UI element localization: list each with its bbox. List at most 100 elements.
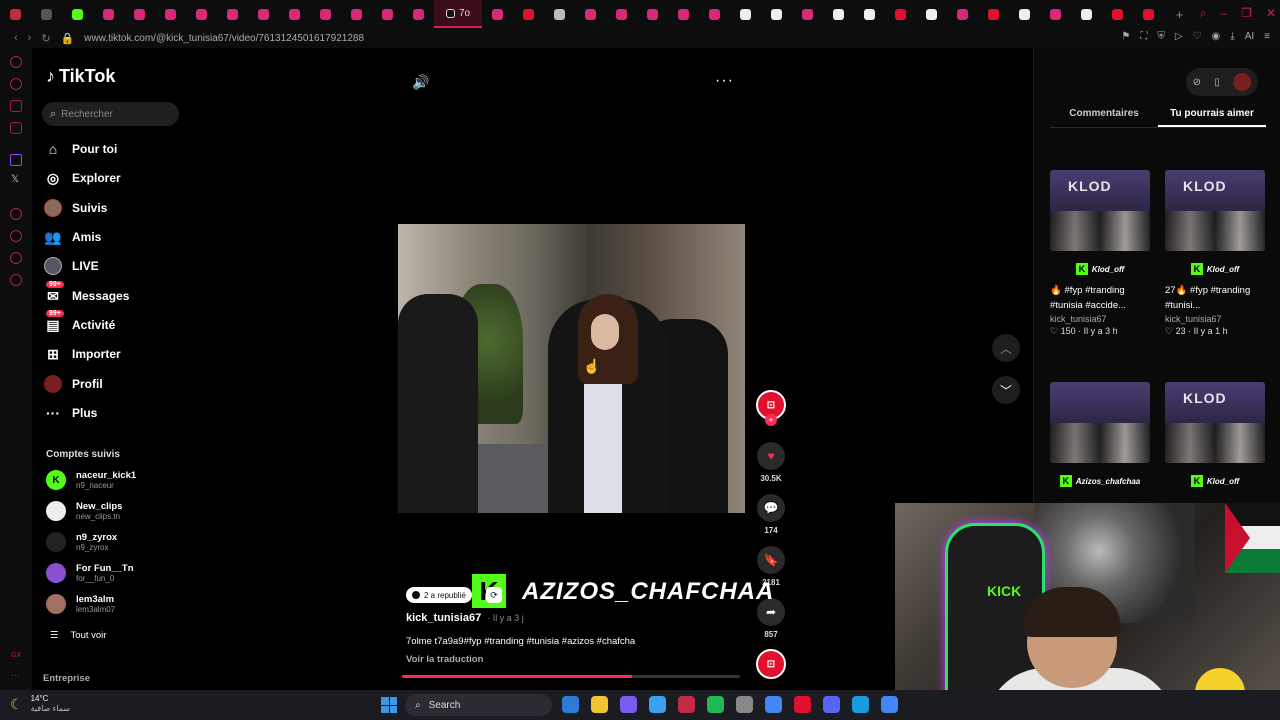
taskbar-app-icon[interactable]: [852, 696, 869, 713]
creator-follow[interactable]: ⊡ +: [756, 390, 786, 426]
search-box[interactable]: ⌕: [42, 102, 179, 126]
bookmark-icon[interactable]: ⚑: [1121, 31, 1130, 42]
tab-you-may-like[interactable]: Tu pourrais aimer: [1158, 106, 1266, 127]
windows-start-icon[interactable]: [381, 697, 397, 713]
shield-icon[interactable]: ⛨: [1157, 31, 1165, 42]
see-all-link[interactable]: ☰ Tout voir: [50, 630, 106, 641]
back-icon[interactable]: ‹: [14, 32, 18, 44]
nav-friends[interactable]: 👥 Amis: [44, 228, 101, 246]
sidebar-x-icon[interactable]: 𝕏: [11, 174, 19, 185]
translate-link[interactable]: Voir la traduction: [406, 654, 483, 665]
repost-icon[interactable]: ⟳: [486, 587, 502, 603]
profile-icon[interactable]: ◉: [1212, 31, 1221, 42]
taskbar-app-icon[interactable]: [736, 696, 753, 713]
tab-instagram[interactable]: [372, 0, 403, 28]
taskbar-app-icon[interactable]: [881, 696, 898, 713]
tab-tiktok[interactable]: [854, 0, 885, 28]
card-user[interactable]: kick_tunisia67: [1165, 314, 1265, 324]
tab-tiktok[interactable]: [1009, 0, 1040, 28]
sidebar-bag-icon[interactable]: [10, 78, 22, 90]
sidebar-more-icon[interactable]: ···: [11, 670, 20, 680]
tab-instagram[interactable]: [668, 0, 699, 28]
tab-youtube[interactable]: [513, 0, 544, 28]
followed-account[interactable]: n9_zyrox n9_zyrox: [46, 532, 117, 552]
taskbar-search[interactable]: ⌕ Search: [405, 694, 552, 716]
tab-instagram[interactable]: [248, 0, 279, 28]
tab-youtube[interactable]: [978, 0, 1009, 28]
nav-live[interactable]: LIVE: [44, 257, 99, 275]
tab-instagram[interactable]: [155, 0, 186, 28]
sidebar-messenger-icon[interactable]: [10, 100, 22, 112]
tab-instagram[interactable]: [575, 0, 606, 28]
minimize-button[interactable]: –: [1220, 6, 1227, 21]
compass-icon[interactable]: ⊘: [1193, 77, 1201, 88]
tab-tiktok[interactable]: [823, 0, 854, 28]
comment-action[interactable]: 💬 174: [757, 494, 785, 535]
tab-instagram[interactable]: [124, 0, 155, 28]
video-thumbnail[interactable]: KLOD: [1165, 170, 1265, 251]
video-thumbnail[interactable]: KLOD: [1050, 170, 1150, 251]
suggested-video-card[interactable]: KLOD K Klod_off 27🔥 #fyp #tranding #tunisi.…: [1165, 170, 1265, 337]
followed-account[interactable]: lem3alm lem3alm07: [46, 594, 115, 614]
tab-tiktok[interactable]: [1071, 0, 1102, 28]
nav-explore[interactable]: ◎ Explorer: [44, 169, 121, 187]
tab-document[interactable]: [544, 0, 575, 28]
tab-instagram[interactable]: [217, 0, 248, 28]
company-link[interactable]: Entreprise: [43, 673, 90, 684]
screenshot-icon[interactable]: ⛶: [1140, 31, 1147, 42]
video-more-icon[interactable]: ···: [715, 72, 734, 90]
download-icon[interactable]: ⤓: [1230, 31, 1234, 42]
tab-comments[interactable]: Commentaires: [1050, 106, 1158, 127]
search-tabs-icon[interactable]: ⌕: [1200, 6, 1207, 21]
user-avatar[interactable]: [1233, 73, 1252, 91]
sidebar-extensions-icon[interactable]: [10, 252, 22, 264]
taskbar-app-icon[interactable]: [591, 696, 608, 713]
card-title[interactable]: 27🔥 #fyp #tranding #tunisi...: [1165, 283, 1261, 313]
music-disc-icon[interactable]: ⊡: [756, 649, 786, 679]
previous-video-button[interactable]: ︿: [992, 334, 1020, 362]
heart-icon[interactable]: ♡: [1193, 31, 1202, 42]
tab-youtube[interactable]: [885, 0, 916, 28]
bookmark-icon[interactable]: 🔖: [757, 546, 785, 574]
author-name[interactable]: kick_tunisia67: [406, 612, 481, 624]
nav-profile[interactable]: Profil: [44, 375, 103, 393]
tab-instagram[interactable]: [186, 0, 217, 28]
tab-misc[interactable]: [31, 0, 62, 28]
tab-kick[interactable]: [62, 0, 93, 28]
taskbar-app-icon[interactable]: [649, 696, 666, 713]
reload-icon[interactable]: ↻: [41, 32, 50, 45]
follow-plus-icon[interactable]: +: [765, 414, 777, 426]
tab-opera[interactable]: [0, 0, 31, 28]
like-action[interactable]: ♥ 30.5K: [757, 442, 785, 483]
tab-tiktok[interactable]: [761, 0, 792, 28]
suggested-video-card[interactable]: K Azizos_chafchaa: [1050, 382, 1150, 487]
card-user[interactable]: kick_tunisia67: [1050, 314, 1150, 324]
suggested-video-card[interactable]: KLOD K Klod_off 🔥 #fyp #tranding #tunisia #…: [1050, 170, 1150, 337]
tab-instagram[interactable]: [93, 0, 124, 28]
video-thumbnail[interactable]: [1050, 382, 1150, 463]
tiktok-logo[interactable]: ♪ TikTok: [46, 66, 115, 87]
phone-icon[interactable]: ▯: [1214, 77, 1220, 88]
sidebar-twitch-icon[interactable]: [10, 154, 22, 166]
tab-instagram[interactable]: [947, 0, 978, 28]
url-field[interactable]: www.tiktok.com/@kick_tunisia67/video/761…: [84, 33, 364, 44]
tab-active-tiktok[interactable]: 7o: [434, 0, 482, 28]
taskbar-app-icon[interactable]: [823, 696, 840, 713]
nav-following[interactable]: Suivis: [44, 199, 107, 217]
tab-youtube[interactable]: [1102, 0, 1133, 28]
maximize-button[interactable]: ❐: [1241, 6, 1252, 21]
close-button[interactable]: ✕: [1266, 6, 1276, 21]
tab-instagram[interactable]: [341, 0, 372, 28]
sidebar-history-icon[interactable]: [10, 230, 22, 242]
tab-instagram[interactable]: [699, 0, 730, 28]
tab-instagram[interactable]: [637, 0, 668, 28]
followed-account[interactable]: Knaceur_kick1 n9_naceur: [46, 470, 136, 490]
sidebar-gx-icon[interactable]: GX: [11, 652, 21, 659]
taskbar-app-icon[interactable]: [765, 696, 782, 713]
sidebar-home-icon[interactable]: [10, 56, 22, 68]
taskbar-app-icon[interactable]: [707, 696, 724, 713]
weather-widget[interactable]: ☾ 14°C سماء صافية: [10, 694, 70, 714]
nav-messages[interactable]: ✉ 99+ Messages: [44, 281, 129, 305]
sound-disc[interactable]: ⊡: [756, 649, 786, 679]
video-thumbnail[interactable]: KLOD: [1165, 382, 1265, 463]
